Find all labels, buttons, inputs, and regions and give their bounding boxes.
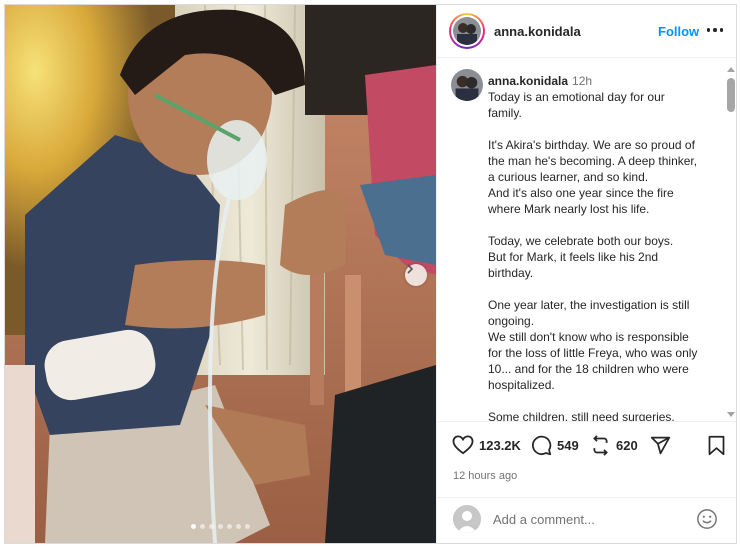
heart-icon [452,435,474,455]
caption-line: One year later, the investigation is sti… [488,298,690,312]
caption-time: 12h [572,74,593,88]
post-photo [5,5,436,543]
viewer-avatar [453,505,481,533]
caption-line: for the loss of little Freya, who was on… [488,346,698,360]
post-sidebar: anna.konidala Follow anna.konidala 12h To… [436,5,736,543]
add-comment-bar [437,497,736,543]
post-media[interactable] [5,5,436,543]
caption-line: Today, we celebrate both our boys. [488,234,674,248]
caption-area: anna.konidala 12h Today is an emotional d… [437,59,736,421]
caption-line: birthday. [488,266,534,280]
carousel-dot[interactable] [245,524,250,529]
carousel-indicator [191,524,250,529]
caption-line: Today is an emotional day for our [488,90,665,104]
comment-input[interactable] [493,509,683,529]
repost-button[interactable]: 620 [590,435,638,456]
chevron-right-icon [407,264,414,274]
follow-button[interactable]: Follow [658,24,699,39]
default-user-icon [453,505,481,533]
caption-username[interactable]: anna.konidala [488,74,568,88]
avatar-photo [451,69,483,101]
caption-scrollbar[interactable] [725,65,736,421]
caption-line: hospitalized. [488,378,555,392]
smiley-icon[interactable] [696,508,718,533]
carousel-dot[interactable] [209,524,214,529]
caption-line: It's Akira's birthday. We are so proud o… [488,138,695,152]
share-button[interactable] [650,435,671,456]
carousel-dot[interactable] [236,524,241,529]
caption-line: ongoing. [488,314,535,328]
carousel-dot[interactable] [200,524,205,529]
comment-button[interactable]: 549 [531,435,579,456]
caption-line: family. [488,106,522,120]
bookmark-icon [708,435,725,456]
save-button[interactable] [707,435,726,456]
comment-count[interactable]: 549 [557,438,579,453]
post-header: anna.konidala Follow [437,5,736,58]
caption-line: We still don't know who is responsible [488,330,689,344]
paper-plane-icon [650,436,671,455]
next-slide-button[interactable] [405,264,427,286]
caption-line: Some children, still need surgeries. [488,410,675,421]
caption-line: But for Mark, it feels like his 2nd [488,250,659,264]
repost-icon [593,435,608,456]
caption-line: a curious learner, and so kind. [488,170,649,184]
repost-count[interactable]: 620 [616,438,638,453]
caption-line: the man he's becoming. A deep thinker, [488,154,698,168]
carousel-dot[interactable] [227,524,232,529]
scroll-down-arrow[interactable] [727,412,735,417]
avatar-photo [453,17,481,45]
scroll-up-arrow[interactable] [727,67,735,72]
post-caption: anna.konidala 12h Today is an emotional d… [488,73,720,421]
author-avatar[interactable] [449,13,485,49]
post-timestamp[interactable]: 12 hours ago [453,470,517,482]
post-modal: anna.konidala Follow anna.konidala 12h To… [4,4,737,544]
caption-line: 10... and for the 18 children who were [488,362,689,376]
caption-text: Today is an emotional day for our family.… [488,89,720,421]
post-actions: 123.2K 549 620 12 hours ago [437,421,736,497]
author-username[interactable]: anna.konidala [494,24,581,39]
scroll-thumb[interactable] [727,78,735,112]
caption-line: where Mark nearly lost his life. [488,202,650,216]
like-button[interactable]: 123.2K [452,435,521,455]
caption-line: And it's also one year since the fire [488,186,674,200]
like-count[interactable]: 123.2K [479,438,521,453]
comment-bubble-icon [532,435,552,456]
more-options-icon[interactable] [705,20,725,40]
carousel-dot[interactable] [218,524,223,529]
carousel-dot[interactable] [191,524,196,529]
caption-avatar[interactable] [451,69,483,101]
